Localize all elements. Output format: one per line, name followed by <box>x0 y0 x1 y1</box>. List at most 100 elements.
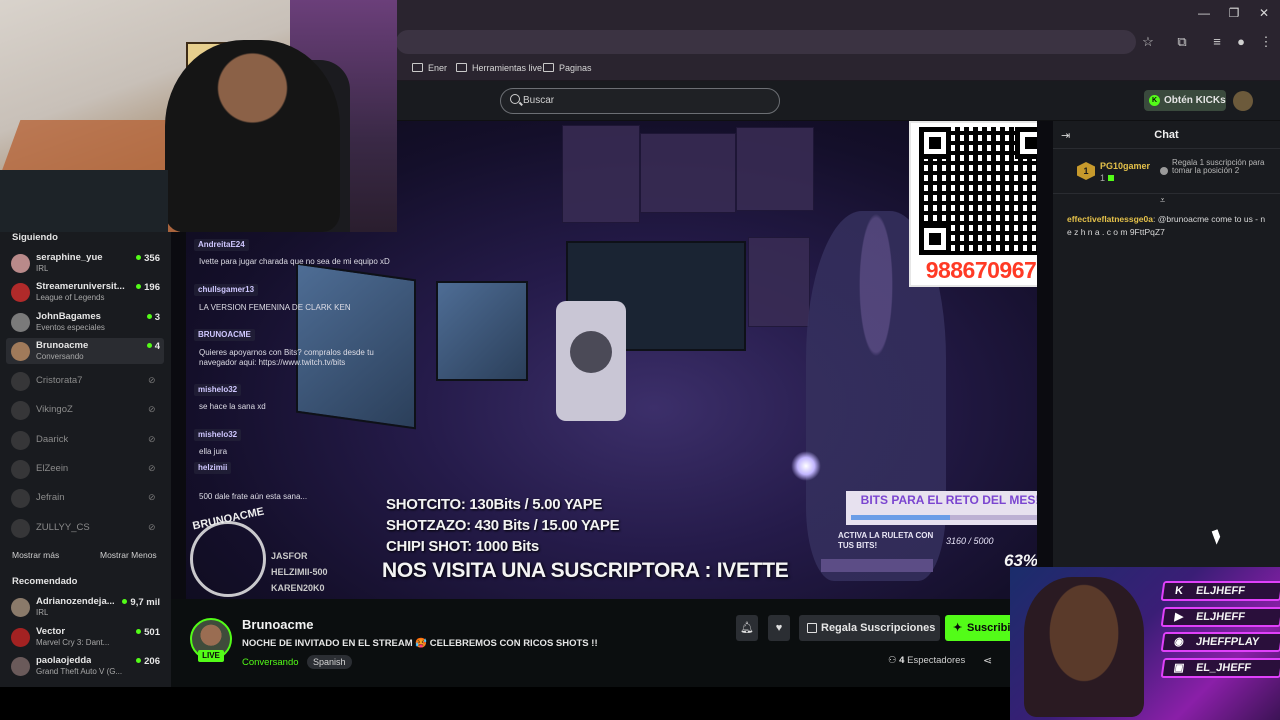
overlay-chat-user: mishelo32 <box>194 384 242 396</box>
stream-title: NOCHE DE INVITADO EN EL STREAM 🥵 CELEBRE… <box>242 638 598 649</box>
browser-menu-icon[interactable]: ⋮ <box>1257 33 1275 51</box>
language-tag[interactable]: Spanish <box>307 655 352 669</box>
chat-message: effectiveflatnessge0a: @brunoacme come t… <box>1067 214 1266 237</box>
viewer-count: 9,7 mil <box>122 597 160 608</box>
social-youtube: ▶ ELJHEFF <box>1160 607 1280 627</box>
user-avatar[interactable] <box>1233 91 1253 111</box>
sidebar-item-daarick[interactable]: Daarick ⊘ <box>6 427 164 453</box>
pinned-username: PG10gamer <box>1100 161 1151 171</box>
qr-phone-number: 988670967 <box>925 257 1037 283</box>
viewer-count: ⚇ 4 Espectadores <box>888 655 966 666</box>
socials-overlay: K ELJHEFF ▶ ELJHEFF ◉ JHEFFPLAY ▣ EL_JHEFF <box>1010 567 1280 720</box>
search-icon <box>510 94 520 104</box>
sidebar-item-brunoacme[interactable]: Brunoacme Conversando 4 <box>6 338 164 364</box>
social-discord: ◉ JHEFFPLAY <box>1160 632 1280 652</box>
qr-code-panel: 988670967 <box>909 121 1037 287</box>
overlay-chat-user: mishelo32 <box>194 429 242 441</box>
sidebar-item-zullyy-cs[interactable]: ZULLYY_CS ⊘ <box>6 515 164 541</box>
overlay-chat-message: Ivette para jugar charada que no sea de … <box>199 257 390 266</box>
offline-icon: ⊘ <box>148 434 156 444</box>
avatar <box>11 460 30 479</box>
following-title: Siguiendo <box>12 232 58 243</box>
channel-name[interactable]: Brunoacme <box>242 617 314 632</box>
bookmark-ener[interactable]: Ener <box>412 60 447 76</box>
minimize-icon[interactable]: — <box>1189 4 1219 22</box>
streamer <box>165 40 340 232</box>
sidebar-item-vikingoz[interactable]: VikingoZ ⊘ <box>6 397 164 423</box>
overlay-social: KAREN20K0 <box>271 583 325 593</box>
stream-category[interactable]: Conversando <box>242 657 299 668</box>
show-less-link[interactable]: Mostrar Menos <box>100 550 157 560</box>
recommended-item-vector[interactable]: Vector Marvel Cry 3: Dant... 501 <box>6 624 164 650</box>
bits-goal-bar <box>851 515 1037 520</box>
chat-title: Chat <box>1154 129 1179 141</box>
bits-count: 3160 / 5000 <box>946 536 994 546</box>
avatar <box>11 283 30 302</box>
subscribe-button[interactable]: ✦ Suscribirse <box>945 615 1015 641</box>
bell-icon: 🔔︎ <box>740 622 754 634</box>
avatar <box>11 657 30 676</box>
live-dot-icon <box>136 658 142 663</box>
sidebar-item-streameruniversitario[interactable]: Streameruniversit... League of Legends 1… <box>6 279 164 305</box>
show-more-link[interactable]: Mostrar más <box>12 550 59 560</box>
avatar <box>11 401 30 420</box>
follow-heart-button[interactable]: ♥ <box>768 615 790 641</box>
pinned-count: 1 <box>1100 173 1114 183</box>
overlay-chat-message: LA VERSION FEMENINA DE CLARK KEN <box>199 303 351 312</box>
sidebar-item-johnbagames[interactable]: JohnBagames Eventos especiales 3 <box>6 309 164 335</box>
sidebar-item-seraphine-yue[interactable]: seraphine_yue IRL 356 <box>6 250 164 276</box>
bookmark-herramientas-live[interactable]: Herramientas live <box>456 60 542 76</box>
avatar <box>11 519 30 538</box>
share-icon[interactable]: ⋖ <box>983 654 992 667</box>
announcement-text: NOS VISITA UNA SUSCRIPTORA : IVETTE <box>382 559 789 582</box>
viewer-count: 196 <box>136 282 160 293</box>
address-bar[interactable] <box>396 30 1136 54</box>
overlay-social: HELZIMII-500 <box>271 567 328 577</box>
sidebar-item-elzeein[interactable]: ElZeein ⊘ <box>6 456 164 482</box>
chat-username[interactable]: effectiveflatnessge0a <box>1067 214 1153 224</box>
get-kicks-button[interactable]: K Obtén KICKs <box>1144 90 1226 111</box>
avatar <box>11 598 30 617</box>
gift-subscriptions-button[interactable]: Regala Suscripciones <box>799 615 940 641</box>
search-input[interactable]: Buscar <box>500 88 780 114</box>
bookmark-paginas[interactable]: Paginas <box>543 60 592 76</box>
percent-bar <box>821 559 933 572</box>
sidebar-item-jefrain[interactable]: Jefrain ⊘ <box>6 485 164 511</box>
bits-goal-banner: BITS PARA EL RETO DEL MES! <box>846 491 1037 525</box>
bits-goal-title: BITS PARA EL RETO DEL MES! <box>860 493 1037 507</box>
collapse-chat-icon[interactable]: ⇥ <box>1061 129 1070 142</box>
qr-finder <box>1015 127 1037 159</box>
avatar <box>11 489 30 508</box>
monitor <box>436 281 528 381</box>
light-glow <box>791 451 821 481</box>
cat-avatar <box>1024 577 1144 717</box>
profile-avatar-icon[interactable]: ● <box>1232 33 1250 51</box>
offline-icon: ⊘ <box>148 463 156 473</box>
bookmark-star-icon[interactable]: ☆ <box>1139 33 1157 51</box>
sidebar-item-cristorata7[interactable]: Cristorata7 ⊘ <box>6 368 164 394</box>
overlay-chat-message: Quieres apoyarnos con Bits? compralos de… <box>199 348 374 367</box>
live-dot-icon <box>146 343 152 348</box>
notification-bell-button[interactable]: 🔔︎ <box>736 615 758 641</box>
avatar <box>11 313 30 332</box>
bits-goal-fill <box>851 515 950 520</box>
channel-logo-icon <box>190 521 266 597</box>
overlay-chat-user: BRUNOACME <box>194 329 255 341</box>
expand-chevron-icon[interactable]: ⩡ <box>1160 195 1165 206</box>
extensions-icon[interactable]: ⧉ <box>1173 33 1191 51</box>
restore-icon[interactable]: ❐ <box>1219 4 1249 22</box>
recommended-item-paolaojedda[interactable]: paolaojedda Grand Theft Auto V (G... 206 <box>6 653 164 679</box>
gift-icon <box>807 623 817 633</box>
overlay-chat-user: chullsgamer13 <box>194 284 259 296</box>
pinned-gifter[interactable]: 1 PG10gamer 1 Regala 1 suscripción para … <box>1053 150 1280 194</box>
viewer-count: 3 <box>146 312 160 323</box>
recommended-item-adrianozendeja[interactable]: Adrianozendeja... IRL 9,7 mil <box>6 594 164 620</box>
channel-info-bar: LIVE Brunoacme NOCHE DE INVITADO EN EL S… <box>171 599 1015 687</box>
youtube-icon: ▶ <box>1173 611 1185 623</box>
bottom-bar <box>0 687 1010 720</box>
qr-finder <box>919 223 951 255</box>
close-icon[interactable]: ✕ <box>1249 4 1279 22</box>
monitor <box>0 170 168 232</box>
star-icon: ✦ <box>953 622 963 634</box>
media-controls-icon[interactable]: ≡ <box>1208 33 1226 51</box>
